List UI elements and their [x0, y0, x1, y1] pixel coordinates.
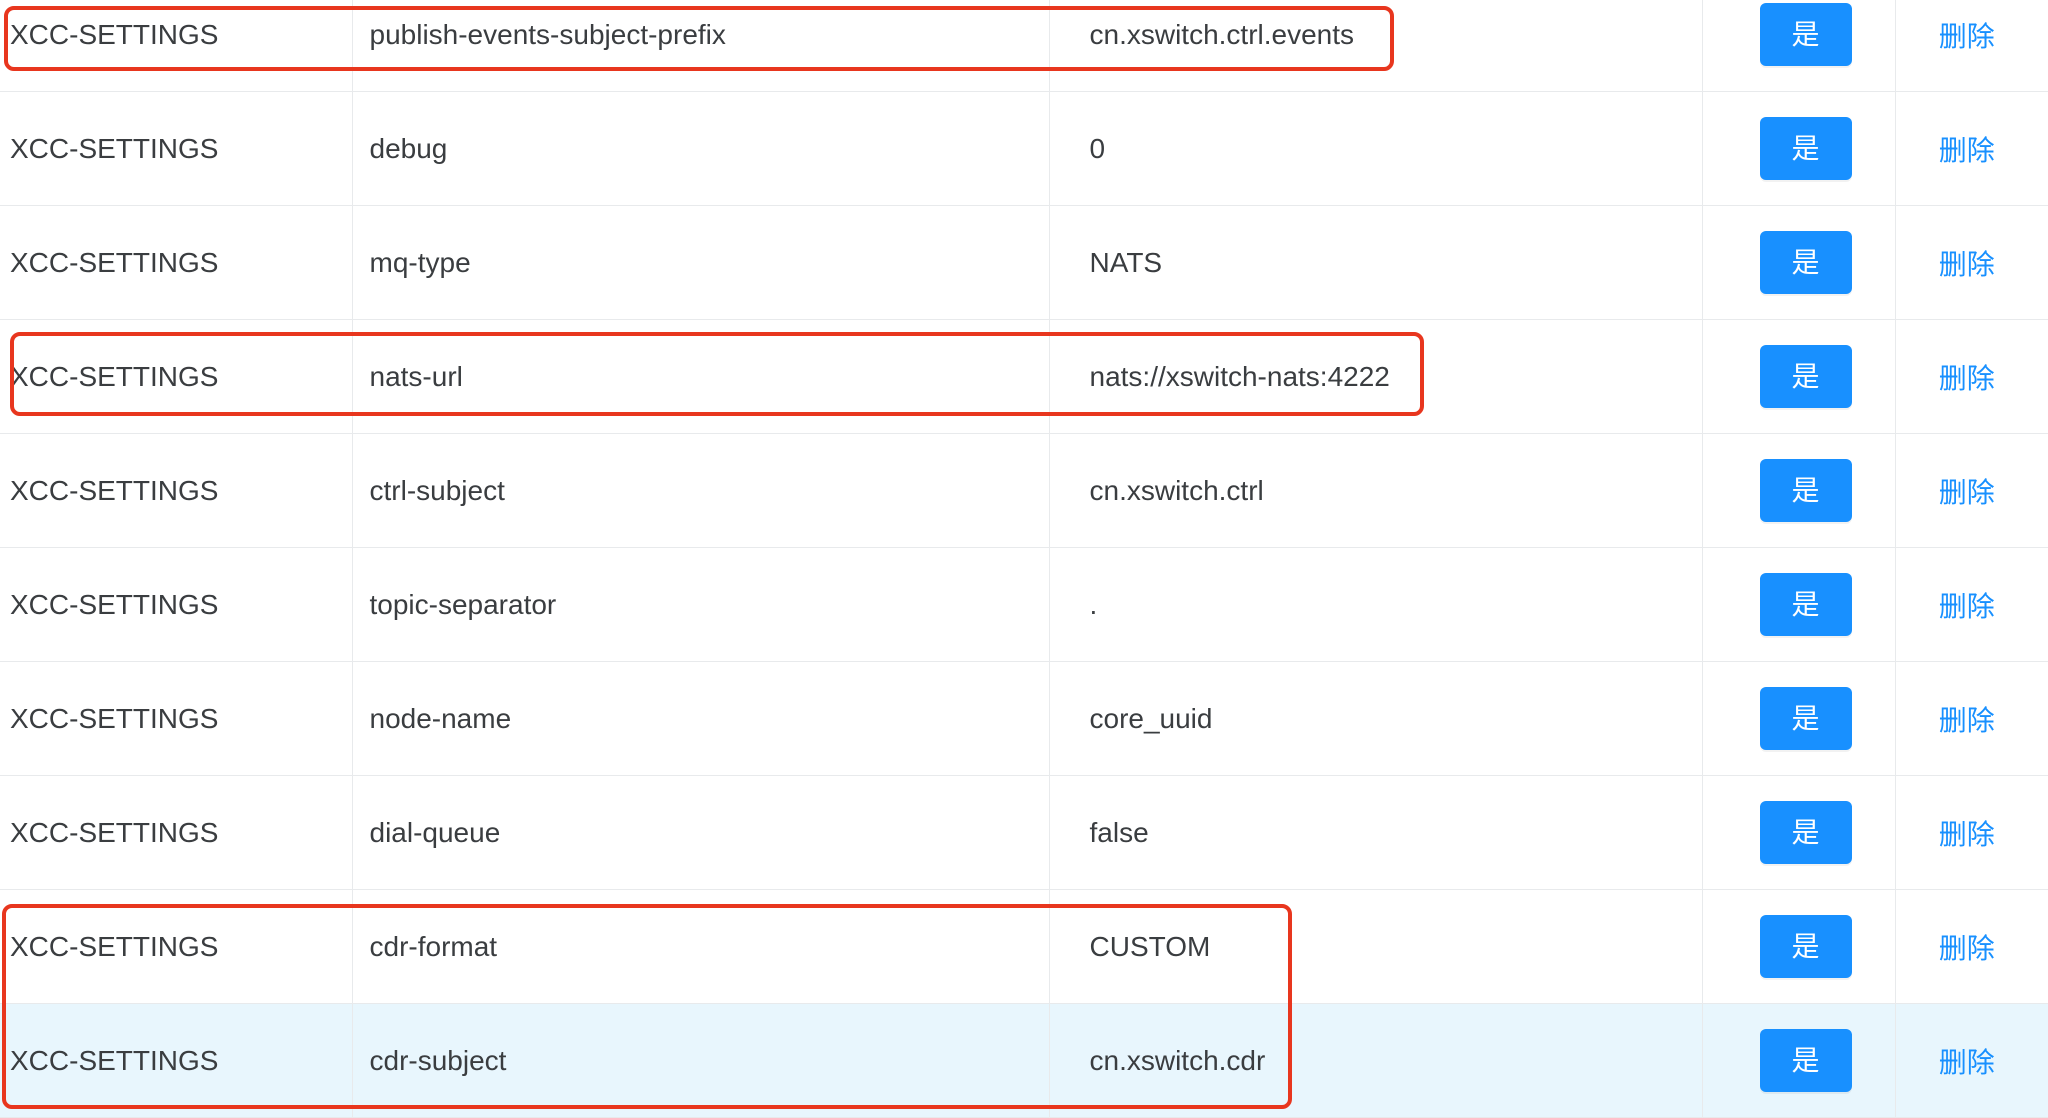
delete-link[interactable]: 删除	[1939, 705, 1995, 736]
delete-link[interactable]: 删除	[1939, 933, 1995, 964]
category-cell: XCC-SETTINGS	[0, 775, 352, 890]
delete-link[interactable]: 删除	[1939, 21, 1995, 52]
enabled-cell: 是	[1701, 547, 1895, 662]
category-cell: XCC-SETTINGS	[0, 547, 352, 662]
table-row[interactable]: XCC-SETTINGS ctrl-subject cn.xswitch.ctrl 是…	[0, 433, 2048, 548]
key-cell: nats-url	[351, 319, 1049, 434]
action-cell: 删除	[1894, 0, 2048, 92]
category-cell: XCC-SETTINGS	[0, 0, 352, 92]
action-cell: 删除	[1894, 661, 2048, 776]
enabled-yes-button[interactable]: 是	[1759, 1029, 1852, 1092]
enabled-yes-button[interactable]: 是	[1759, 231, 1852, 294]
value-cell: CUSTOM	[1048, 889, 1702, 1004]
value-cell: cn.xswitch.cdr	[1048, 1003, 1702, 1118]
value-cell: false	[1048, 775, 1702, 890]
value-cell: .	[1048, 547, 1702, 662]
table-row[interactable]: XCC-SETTINGS mq-type NATS 是 删除	[0, 205, 2048, 320]
table-row[interactable]: XCC-SETTINGS cdr-subject cn.xswitch.cdr 是 删除	[0, 1003, 2048, 1118]
key-cell: mq-type	[351, 205, 1049, 320]
enabled-cell: 是	[1701, 319, 1895, 434]
enabled-yes-button[interactable]: 是	[1759, 801, 1852, 864]
enabled-yes-button[interactable]: 是	[1759, 687, 1852, 750]
key-cell: topic-separator	[351, 547, 1049, 662]
key-cell: node-name	[351, 661, 1049, 776]
table-row[interactable]: XCC-SETTINGS cdr-format CUSTOM 是 删除	[0, 889, 2048, 1004]
key-cell: cdr-format	[351, 889, 1049, 1004]
category-cell: XCC-SETTINGS	[0, 1003, 352, 1118]
delete-link[interactable]: 删除	[1939, 249, 1995, 280]
enabled-yes-button[interactable]: 是	[1759, 573, 1852, 636]
action-cell: 删除	[1894, 1003, 2048, 1118]
action-cell: 删除	[1894, 319, 2048, 434]
category-cell: XCC-SETTINGS	[0, 889, 352, 1004]
table-row[interactable]: XCC-SETTINGS topic-separator. 是 删除	[0, 547, 2048, 662]
category-cell: XCC-SETTINGS	[0, 91, 352, 206]
category-cell: XCC-SETTINGS	[0, 433, 352, 548]
table-row[interactable]: XCC-SETTINGS dial-queue false 是 删除	[0, 775, 2048, 890]
delete-link[interactable]: 删除	[1939, 819, 1995, 850]
enabled-cell: 是	[1701, 433, 1895, 548]
enabled-cell: 是	[1701, 205, 1895, 320]
action-cell: 删除	[1894, 433, 2048, 548]
settings-table-view: XCC-SETTINGS publish-events-subject-prefi…	[0, 0, 2048, 1118]
table-row[interactable]: XCC-SETTINGS nats-url nats://xswitch-nats:…	[0, 319, 2048, 434]
key-cell: publish-events-subject-prefix	[351, 0, 1049, 92]
value-cell: cn.xswitch.ctrl	[1048, 433, 1702, 548]
key-cell: dial-queue	[351, 775, 1049, 890]
delete-link[interactable]: 删除	[1939, 477, 1995, 508]
delete-link[interactable]: 删除	[1939, 1047, 1995, 1078]
key-cell: debug	[351, 91, 1049, 206]
action-cell: 删除	[1894, 547, 2048, 662]
table-row[interactable]: XCC-SETTINGS debug 0 是 删除	[0, 91, 2048, 206]
category-cell: XCC-SETTINGS	[0, 205, 352, 320]
category-cell: XCC-SETTINGS	[0, 661, 352, 776]
delete-link[interactable]: 删除	[1939, 591, 1995, 622]
value-cell: NATS	[1048, 205, 1702, 320]
key-cell: cdr-subject	[351, 1003, 1049, 1118]
enabled-yes-button[interactable]: 是	[1759, 345, 1852, 408]
enabled-cell: 是	[1701, 775, 1895, 890]
enabled-cell: 是	[1701, 91, 1895, 206]
action-cell: 删除	[1894, 91, 2048, 206]
enabled-cell: 是	[1701, 0, 1895, 92]
action-cell: 删除	[1894, 775, 2048, 890]
category-cell: XCC-SETTINGS	[0, 319, 352, 434]
enabled-yes-button[interactable]: 是	[1759, 459, 1852, 522]
action-cell: 删除	[1894, 889, 2048, 1004]
enabled-yes-button[interactable]: 是	[1759, 117, 1852, 180]
value-cell: nats://xswitch-nats:4222	[1048, 319, 1702, 434]
table-row[interactable]: XCC-SETTINGS node-name core_uuid 是 删除	[0, 661, 2048, 776]
delete-link[interactable]: 删除	[1939, 363, 1995, 394]
action-cell: 删除	[1894, 205, 2048, 320]
key-cell: ctrl-subject	[351, 433, 1049, 548]
value-cell: 0	[1048, 91, 1702, 206]
enabled-yes-button[interactable]: 是	[1759, 3, 1852, 66]
delete-link[interactable]: 删除	[1939, 135, 1995, 166]
enabled-yes-button[interactable]: 是	[1759, 915, 1852, 978]
enabled-cell: 是	[1701, 661, 1895, 776]
value-cell: cn.xswitch.ctrl.events	[1048, 0, 1702, 92]
enabled-cell: 是	[1701, 889, 1895, 1004]
value-cell: core_uuid	[1048, 661, 1702, 776]
enabled-cell: 是	[1701, 1003, 1895, 1118]
table-row[interactable]: XCC-SETTINGS publish-events-subject-prefi…	[0, 0, 2048, 92]
settings-table: XCC-SETTINGS publish-events-subject-prefi…	[0, 0, 2048, 1118]
